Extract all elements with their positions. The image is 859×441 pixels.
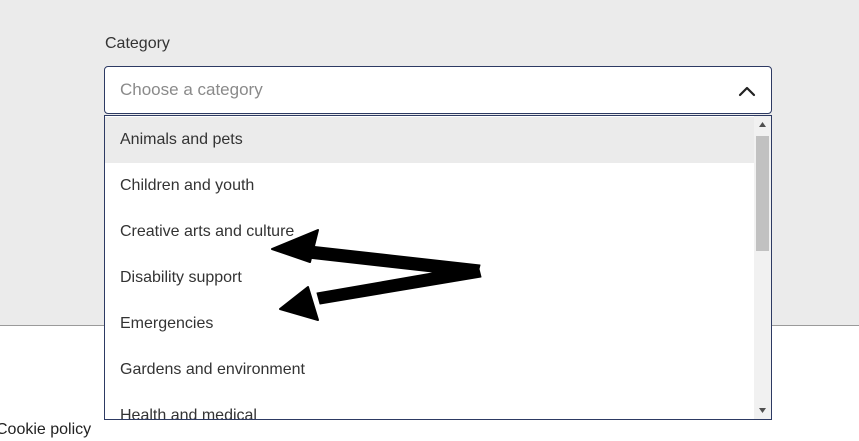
arrow-annotation-icon (271, 229, 482, 321)
cookie-policy-link[interactable]: Cookie policy (0, 421, 91, 439)
